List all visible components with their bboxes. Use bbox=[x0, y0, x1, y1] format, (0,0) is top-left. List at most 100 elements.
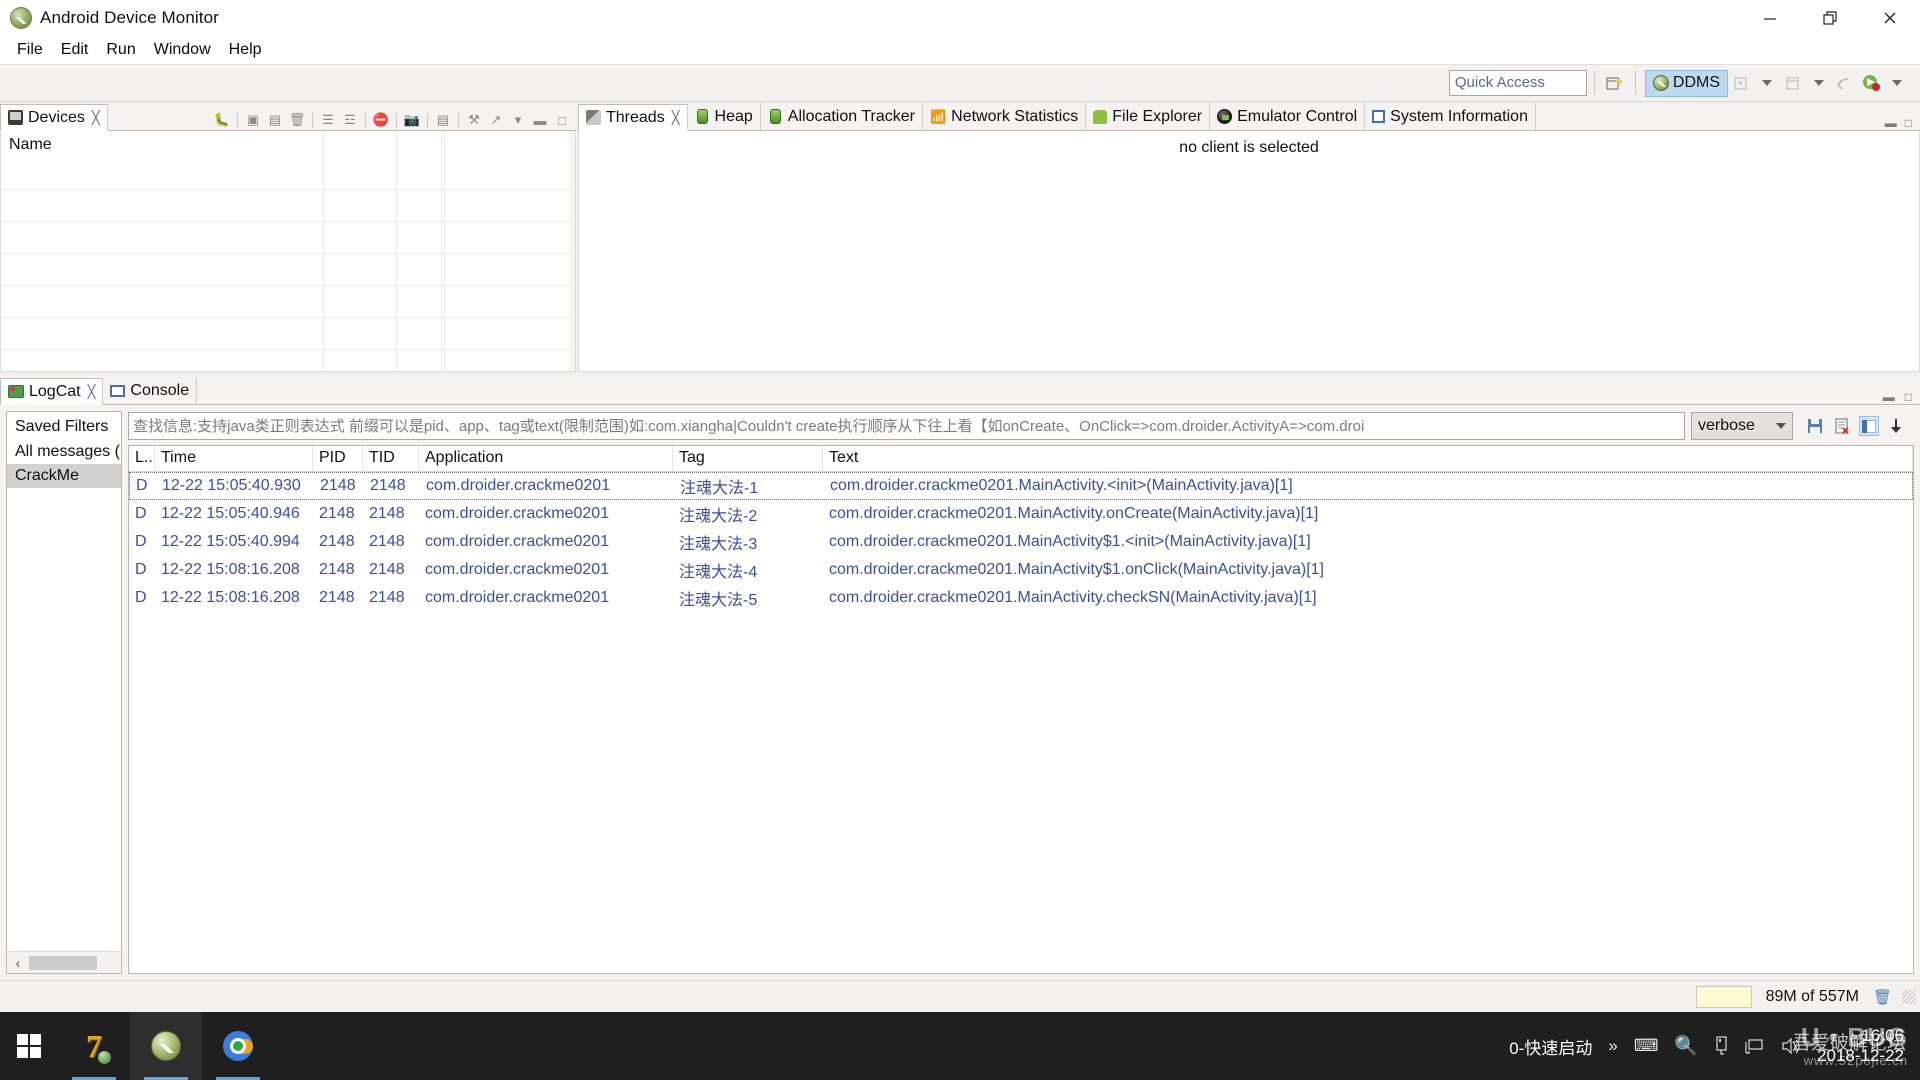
minimize-button[interactable] bbox=[1740, 0, 1800, 36]
view-menu-icon[interactable]: ▾ bbox=[508, 110, 528, 130]
chevron-down-icon-3[interactable] bbox=[1892, 80, 1902, 86]
search-icon[interactable]: 🔍 bbox=[1674, 1034, 1698, 1058]
menu-help[interactable]: Help bbox=[220, 39, 271, 61]
filter-item-crackme[interactable]: CrackMe bbox=[7, 464, 121, 488]
heap-monitor-bar[interactable] bbox=[1695, 985, 1752, 1008]
table-row[interactable]: D 12-22 15:08:16.208 2148 2148 com.droid… bbox=[129, 556, 1913, 584]
menu-file[interactable]: File bbox=[8, 39, 52, 61]
taskbar-app-device-monitor[interactable] bbox=[130, 1012, 202, 1080]
menu-run[interactable]: Run bbox=[97, 39, 144, 61]
restore-button[interactable] bbox=[1800, 0, 1860, 36]
cell-application: com.droider.crackme0201 bbox=[425, 589, 610, 606]
resize-grip[interactable] bbox=[1902, 989, 1916, 1004]
maximize-icon[interactable]: □ bbox=[552, 110, 572, 130]
tab-system-information[interactable]: System Information bbox=[1365, 103, 1536, 130]
close-icon[interactable]: ╳ bbox=[672, 110, 680, 126]
open-perspective-icon[interactable] bbox=[1728, 70, 1754, 96]
tab-file-explorer[interactable]: File Explorer bbox=[1086, 103, 1211, 130]
chevron-right-icon[interactable]: » bbox=[1608, 1036, 1617, 1056]
debug-icon[interactable] bbox=[1858, 70, 1884, 96]
column-header-tag[interactable]: Tag bbox=[673, 446, 823, 472]
usb-icon[interactable] bbox=[1714, 1036, 1729, 1056]
saved-filters-hscrollbar[interactable]: ‹ bbox=[7, 951, 121, 973]
table-row[interactable]: D 12-22 15:05:40.930 2148 2148 com.droid… bbox=[129, 472, 1913, 500]
screen-capture-icon[interactable]: 📷 bbox=[402, 110, 422, 130]
scroll-lock-icon[interactable] bbox=[1886, 416, 1906, 436]
update-threads-icon[interactable]: ☰ bbox=[318, 110, 338, 130]
cell-pid: 2148 bbox=[319, 561, 355, 578]
tab-threads[interactable]: Threads ╳ bbox=[578, 104, 688, 131]
menu-edit[interactable]: Edit bbox=[52, 39, 98, 61]
stop-process-icon[interactable]: ⛔ bbox=[371, 110, 391, 130]
column-header-tid[interactable]: TID bbox=[363, 446, 419, 472]
tray-quick-launch-label[interactable]: 0-快速启动 bbox=[1509, 1034, 1592, 1059]
dump-hprof-icon[interactable]: ▤ bbox=[265, 110, 285, 130]
start-method-profiling-icon[interactable]: ☲ bbox=[340, 110, 360, 130]
column-header-pid[interactable]: PID bbox=[313, 446, 363, 472]
perspective-ddms-button[interactable]: DDMS bbox=[1644, 69, 1728, 97]
maximize-icon[interactable]: □ bbox=[1905, 390, 1912, 404]
toolbar-divider-2 bbox=[1634, 71, 1636, 95]
tab-devices[interactable]: Devices ╳ bbox=[0, 104, 108, 131]
menu-window[interactable]: Window bbox=[145, 39, 220, 61]
close-icon[interactable]: ╳ bbox=[88, 384, 96, 400]
new-perspective-icon[interactable] bbox=[1602, 70, 1628, 96]
trash-icon[interactable]: 🗑 bbox=[1873, 988, 1892, 1006]
system-info-icon[interactable]: ↗ bbox=[486, 110, 506, 130]
cell-text: com.droider.crackme0201.MainActivity$1.<… bbox=[829, 533, 1311, 550]
tab-heap[interactable]: Heap bbox=[688, 103, 761, 130]
maximize-icon[interactable]: □ bbox=[1905, 116, 1912, 130]
minimize-icon[interactable]: ▬ bbox=[1883, 390, 1895, 404]
save-log-icon[interactable] bbox=[1805, 416, 1825, 436]
chevron-down-icon[interactable] bbox=[1762, 80, 1772, 86]
clear-log-icon[interactable] bbox=[1832, 416, 1852, 436]
heap-icon-2 bbox=[769, 109, 781, 124]
tab-emulator-control[interactable]: Emulator Control bbox=[1210, 103, 1366, 130]
logcat-main: 查找信息:支持java类正则表达式 前缀可以是pid、app、tag或text(… bbox=[128, 411, 1914, 974]
column-header-time[interactable]: Time bbox=[155, 446, 313, 472]
devices-list[interactable]: Name bbox=[0, 131, 576, 372]
windows-logo bbox=[17, 1034, 41, 1058]
tab-console[interactable]: Console bbox=[103, 377, 198, 404]
close-button[interactable] bbox=[1860, 0, 1920, 36]
devices-toolbar: 🐛 ▣ ▤ 🗑 ☰ ☲ ⛔ 📷 ▤ ⚒ ↗ ▾ ▬ □ bbox=[212, 110, 576, 130]
cause-gc-icon[interactable]: 🗑 bbox=[287, 110, 307, 130]
quick-access-input[interactable]: Quick Access bbox=[1448, 70, 1587, 96]
tab-allocation-tracker[interactable]: Allocation Tracker bbox=[761, 103, 923, 130]
capture-opengl-icon[interactable]: ⚒ bbox=[464, 110, 484, 130]
threads-panel: Threads ╳ Heap Allocation Tracker 📶 Netw… bbox=[578, 103, 1920, 372]
restore-perspective-icon[interactable] bbox=[1780, 70, 1806, 96]
update-heap-icon[interactable]: ▣ bbox=[243, 110, 263, 130]
table-row[interactable]: D 12-22 15:05:40.994 2148 2148 com.droid… bbox=[129, 528, 1913, 556]
display-saved-filters-icon[interactable] bbox=[1859, 416, 1879, 436]
logcat-table[interactable]: L... Time PID TID Application Tag Text D… bbox=[128, 445, 1914, 974]
table-row[interactable]: D 12-22 15:08:16.208 2148 2148 com.droid… bbox=[129, 584, 1913, 612]
tab-logcat[interactable]: LogCat ╳ bbox=[0, 378, 104, 405]
back-arrow-icon[interactable] bbox=[1832, 70, 1858, 96]
network-icon[interactable] bbox=[1745, 1037, 1765, 1055]
search-input[interactable]: 查找信息:支持java类正则表达式 前缀可以是pid、app、tag或text(… bbox=[128, 412, 1685, 440]
minimize-icon[interactable]: ▬ bbox=[530, 110, 550, 130]
close-icon[interactable]: ╳ bbox=[92, 110, 100, 126]
table-row[interactable]: D 12-22 15:05:40.946 2148 2148 com.droid… bbox=[129, 500, 1913, 528]
chevron-left-icon[interactable]: ‹ bbox=[7, 955, 29, 971]
minimize-icon[interactable]: ▬ bbox=[1885, 116, 1897, 130]
scrollbar-thumb[interactable] bbox=[29, 955, 97, 970]
column-header-level[interactable]: L... bbox=[129, 446, 155, 472]
tab-network-statistics[interactable]: 📶 Network Statistics bbox=[923, 103, 1087, 130]
toolbar-divider bbox=[1593, 71, 1595, 95]
windows-start-icon[interactable] bbox=[0, 1012, 58, 1080]
chevron-down-icon-2[interactable] bbox=[1814, 80, 1824, 86]
column-header-text[interactable]: Text bbox=[823, 446, 1913, 472]
devices-scrollbar[interactable] bbox=[569, 131, 575, 371]
taskbar-app-chrome[interactable] bbox=[202, 1012, 274, 1080]
taskbar-app-7zip[interactable]: 7 bbox=[58, 1012, 130, 1080]
filter-item-all-messages[interactable]: All messages (no filters) bbox=[7, 440, 121, 464]
debug-process-icon[interactable]: 🐛 bbox=[212, 110, 232, 130]
devices-tab-row: Devices ╳ 🐛 ▣ ▤ 🗑 ☰ ☲ ⛔ 📷 ▤ ⚒ ↗ ▾ ▬ □ bbox=[0, 104, 576, 131]
dump-view-hierarchy-icon[interactable]: ▤ bbox=[433, 110, 453, 130]
keyboard-icon[interactable]: ⌨ bbox=[1634, 1036, 1659, 1056]
log-level-select[interactable]: verbose bbox=[1691, 412, 1793, 440]
app-window: Android Device Monitor File Edit Run Win… bbox=[0, 0, 1920, 1080]
column-header-application[interactable]: Application bbox=[419, 446, 673, 472]
